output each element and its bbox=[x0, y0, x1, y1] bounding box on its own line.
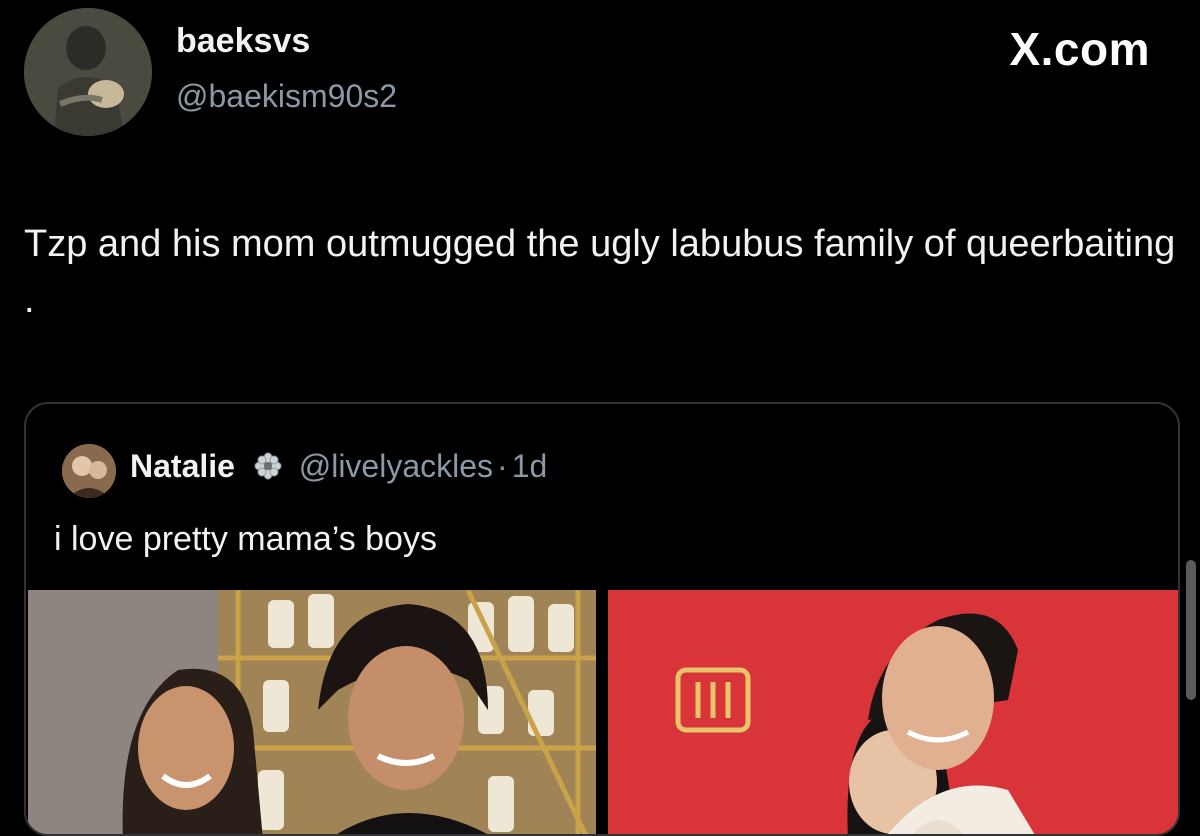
quoted-post-text: i love pretty mama’s boys bbox=[54, 520, 437, 558]
avatar-image-icon bbox=[24, 8, 152, 136]
photo-mother-son-left[interactable] bbox=[28, 590, 596, 834]
photo-right-image-icon bbox=[608, 590, 1178, 834]
scrollbar[interactable] bbox=[1186, 560, 1196, 700]
quoted-post-time[interactable]: 1d bbox=[512, 448, 548, 484]
photo-left-image-icon bbox=[28, 590, 596, 834]
quoted-post-header: Natalie @livelyackles · 1d bbox=[130, 448, 547, 485]
photo-mother-son-right[interactable] bbox=[608, 590, 1178, 834]
post-handle[interactable]: @baekism90s2 bbox=[176, 78, 397, 115]
quoted-avatar-image-icon bbox=[62, 444, 116, 498]
post-author-avatar[interactable] bbox=[24, 8, 152, 136]
quoted-author-avatar[interactable] bbox=[62, 444, 116, 498]
quoted-author-name[interactable]: Natalie bbox=[130, 448, 235, 484]
flower-badge-icon bbox=[254, 452, 282, 480]
x-brand-label: X.com bbox=[1009, 23, 1150, 75]
post-display-name[interactable]: baeksvs bbox=[176, 22, 310, 61]
quoted-post-card[interactable]: Natalie @livelyackles · 1d i love pretty m… bbox=[24, 402, 1180, 836]
post-text: Tzp and his mom outmugged the ugly labub… bbox=[24, 223, 1176, 321]
quoted-author-handle[interactable]: @livelyackles bbox=[299, 448, 493, 484]
separator-dot: · bbox=[497, 448, 508, 484]
